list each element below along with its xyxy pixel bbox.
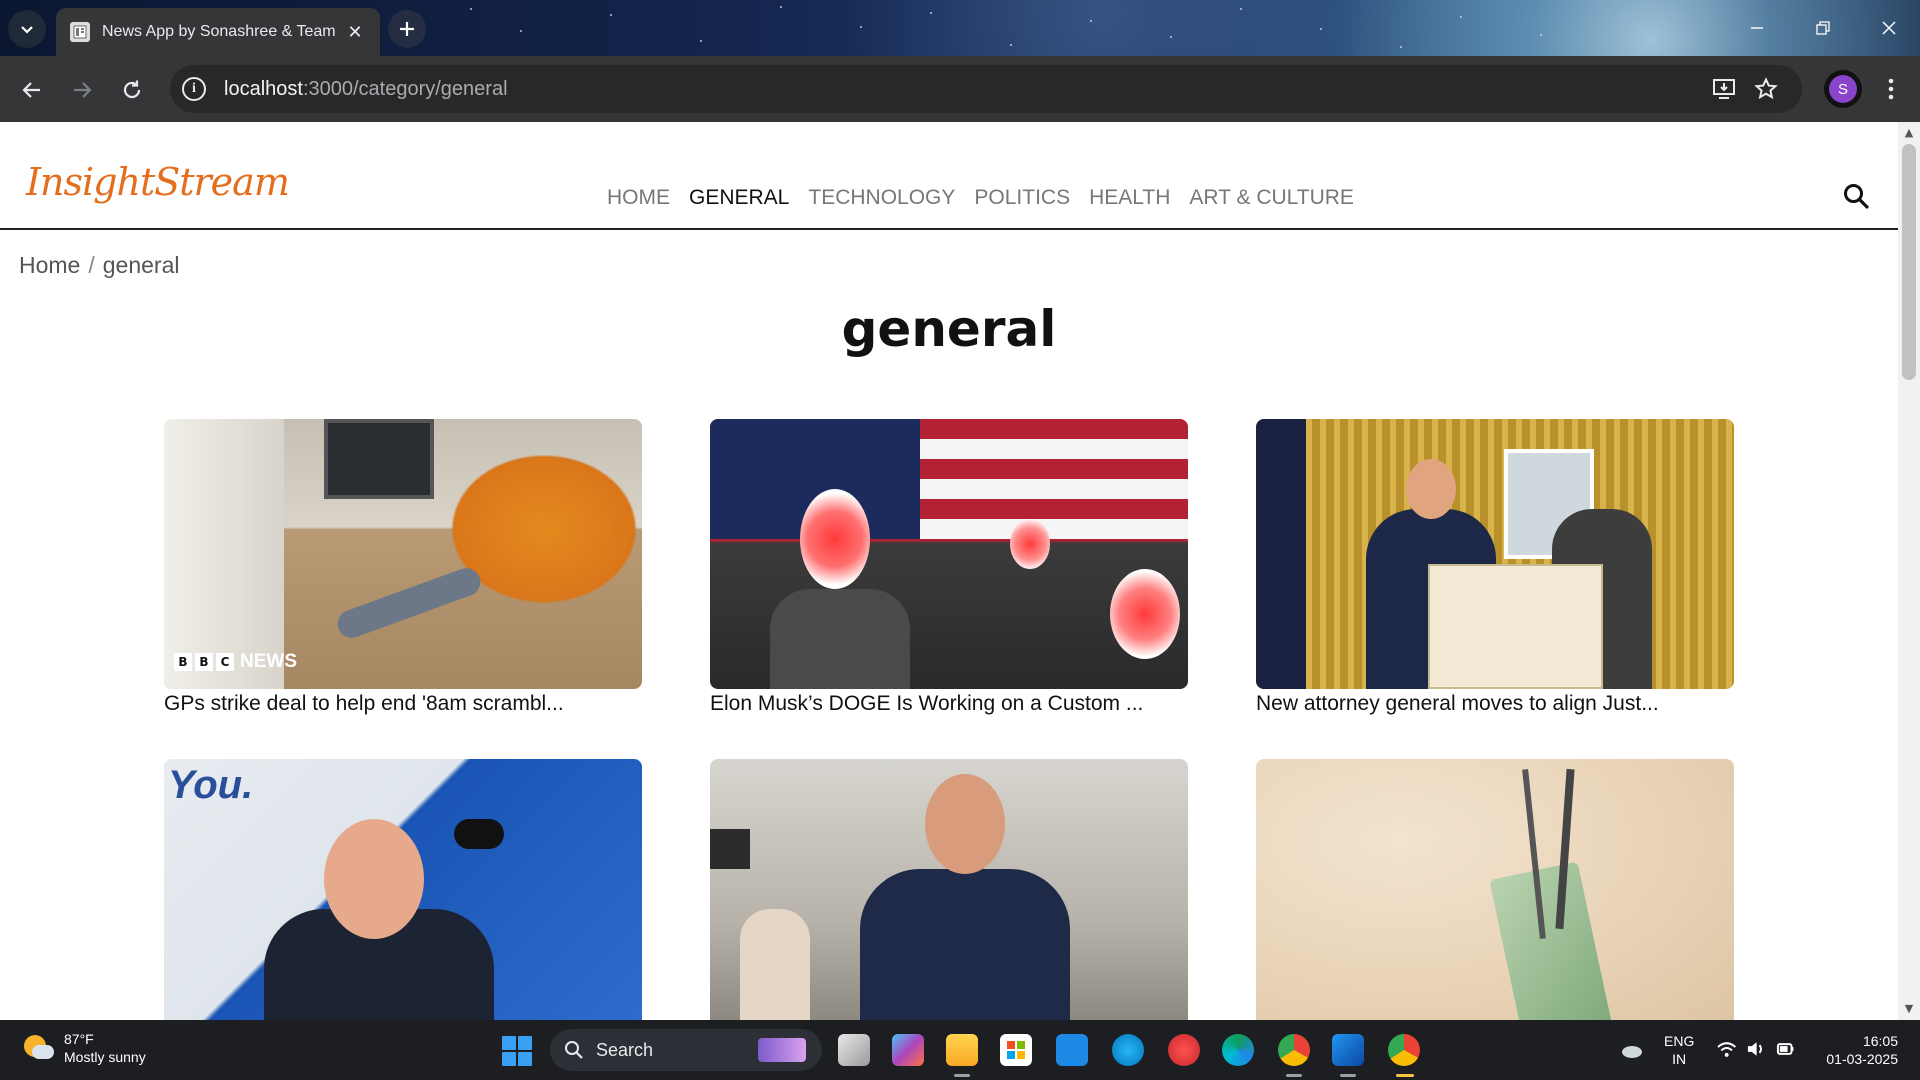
- news-card[interactable]: [1256, 759, 1734, 1020]
- news-card[interactable]: B B C NEWS GPs strike deal to help end '…: [164, 419, 642, 716]
- article-thumbnail[interactable]: [710, 419, 1188, 689]
- scroll-down-arrow-icon[interactable]: ▼: [1902, 1002, 1916, 1016]
- plus-icon: [400, 22, 414, 36]
- start-button[interactable]: [502, 1036, 532, 1066]
- scroll-up-arrow-icon[interactable]: ▲: [1902, 126, 1916, 140]
- get-help-icon[interactable]: [1112, 1034, 1144, 1066]
- site-search-button[interactable]: [1842, 182, 1872, 212]
- site-info-icon[interactable]: i: [182, 77, 206, 101]
- article-thumbnail[interactable]: [710, 759, 1188, 1020]
- battery-icon: [1776, 1043, 1794, 1055]
- restore-icon: [1816, 21, 1830, 35]
- article-thumbnail[interactable]: [1256, 419, 1734, 689]
- myhp-icon[interactable]: [1056, 1034, 1088, 1066]
- chrome-profile-icon[interactable]: [1388, 1034, 1420, 1066]
- article-title[interactable]: GPs strike deal to help end '8am scrambl…: [164, 692, 642, 716]
- address-bar[interactable]: i localhost:3000/category/general: [170, 65, 1802, 113]
- taskbar-search[interactable]: Search: [550, 1029, 822, 1071]
- page-scrollbar[interactable]: ▲ ▼: [1898, 122, 1920, 1020]
- nav-art-culture[interactable]: ART & CULTURE: [1189, 186, 1354, 210]
- browser-toolbar: i localhost:3000/category/general S: [0, 56, 1920, 122]
- article-thumbnail[interactable]: B B C NEWS: [164, 419, 642, 689]
- profile-initial: S: [1829, 75, 1857, 103]
- task-view-icon[interactable]: [838, 1034, 870, 1066]
- reload-button[interactable]: [112, 70, 152, 110]
- article-title[interactable]: New attorney general moves to align Just…: [1256, 692, 1734, 716]
- forward-button[interactable]: [62, 70, 102, 110]
- browser-tab-bar: News App by Sonashree & Team ✕: [0, 0, 1920, 56]
- article-thumbnail[interactable]: You.: [164, 759, 642, 1020]
- page-viewport: InsightStream HOME GENERAL TECHNOLOGY PO…: [0, 122, 1898, 1020]
- scroll-thumb[interactable]: [1902, 144, 1916, 380]
- weather-description: Mostly sunny: [64, 1049, 146, 1065]
- bbc-news-badge: B B C NEWS: [174, 651, 297, 673]
- chevron-down-icon: [21, 26, 33, 34]
- close-icon: [1882, 21, 1896, 35]
- arrow-left-icon: [22, 82, 40, 98]
- reload-icon: [123, 80, 141, 99]
- minimize-button[interactable]: [1740, 12, 1774, 44]
- nav-technology[interactable]: TECHNOLOGY: [808, 186, 955, 210]
- nav-home[interactable]: HOME: [607, 186, 670, 210]
- weather-widget[interactable]: 87°F Mostly sunny: [24, 1030, 146, 1066]
- sun-cloud-icon: [24, 1033, 54, 1063]
- tab-search-button[interactable]: [8, 10, 46, 48]
- chrome-icon[interactable]: [1278, 1034, 1310, 1066]
- restore-button[interactable]: [1806, 12, 1840, 44]
- breadcrumb: Home / general: [19, 252, 179, 279]
- arrow-right-icon: [74, 82, 92, 98]
- install-app-icon[interactable]: [1710, 75, 1738, 103]
- breadcrumb-separator: /: [88, 252, 95, 278]
- wifi-icon: [1717, 1042, 1737, 1057]
- search-icon: [565, 1041, 583, 1059]
- browser-menu-button[interactable]: [1876, 74, 1906, 104]
- image-text: You.: [168, 763, 254, 807]
- page-title: general: [841, 300, 1057, 358]
- nav-general[interactable]: GENERAL: [689, 186, 789, 210]
- vscode-icon[interactable]: [1332, 1034, 1364, 1066]
- url-path: :3000/category/general: [302, 77, 508, 100]
- clock[interactable]: 16:05 01-03-2025: [1816, 1032, 1898, 1068]
- more-vertical-icon: [1888, 78, 1894, 100]
- breadcrumb-home[interactable]: Home: [19, 252, 80, 278]
- search-highlight-icon: [758, 1038, 806, 1062]
- news-card[interactable]: Elon Musk’s DOGE Is Working on a Custom …: [710, 419, 1188, 716]
- browser-tab-active[interactable]: News App by Sonashree & Team ✕: [56, 8, 380, 56]
- tomato-app-icon[interactable]: [1168, 1034, 1200, 1066]
- volume-icon: [1748, 1042, 1763, 1056]
- language-indicator[interactable]: ENG IN: [1664, 1032, 1694, 1068]
- search-icon: [1844, 184, 1869, 209]
- tab-title: News App by Sonashree & Team: [102, 23, 336, 40]
- new-tab-button[interactable]: [388, 10, 426, 48]
- close-window-button[interactable]: [1872, 12, 1906, 44]
- edge-browser-icon[interactable]: [1222, 1034, 1254, 1066]
- back-button[interactable]: [12, 70, 52, 110]
- site-header: InsightStream HOME GENERAL TECHNOLOGY PO…: [0, 122, 1898, 230]
- onedrive-cloud-icon[interactable]: [1620, 1038, 1644, 1062]
- copilot-icon[interactable]: [892, 1034, 924, 1066]
- windows-taskbar: 87°F Mostly sunny Search ENG IN 16:05 01…: [0, 1020, 1920, 1080]
- news-card[interactable]: You.: [164, 759, 642, 1020]
- article-title[interactable]: Elon Musk’s DOGE Is Working on a Custom …: [710, 692, 1188, 716]
- minimize-icon: [1751, 27, 1763, 29]
- nav-health[interactable]: HEALTH: [1089, 186, 1170, 210]
- breadcrumb-current: general: [102, 252, 180, 278]
- nav-politics[interactable]: POLITICS: [974, 186, 1070, 210]
- profile-avatar[interactable]: S: [1824, 70, 1862, 108]
- bookmark-star-icon[interactable]: [1752, 75, 1780, 103]
- weather-temperature: 87°F: [64, 1031, 94, 1047]
- news-card[interactable]: New attorney general moves to align Just…: [1256, 419, 1734, 716]
- microsoft-store-icon[interactable]: [1000, 1034, 1032, 1066]
- page-favicon-icon: [70, 22, 90, 42]
- site-logo[interactable]: InsightStream: [26, 160, 290, 204]
- taskbar-search-label: Search: [596, 1039, 654, 1060]
- url-host: localhost: [224, 77, 303, 100]
- news-card[interactable]: [710, 759, 1188, 1020]
- article-thumbnail[interactable]: [1256, 759, 1734, 1020]
- main-nav: HOME GENERAL TECHNOLOGY POLITICS HEALTH …: [607, 186, 1373, 210]
- system-tray[interactable]: [1716, 1038, 1796, 1062]
- tab-close-icon[interactable]: ✕: [344, 22, 366, 43]
- file-explorer-icon[interactable]: [946, 1034, 978, 1066]
